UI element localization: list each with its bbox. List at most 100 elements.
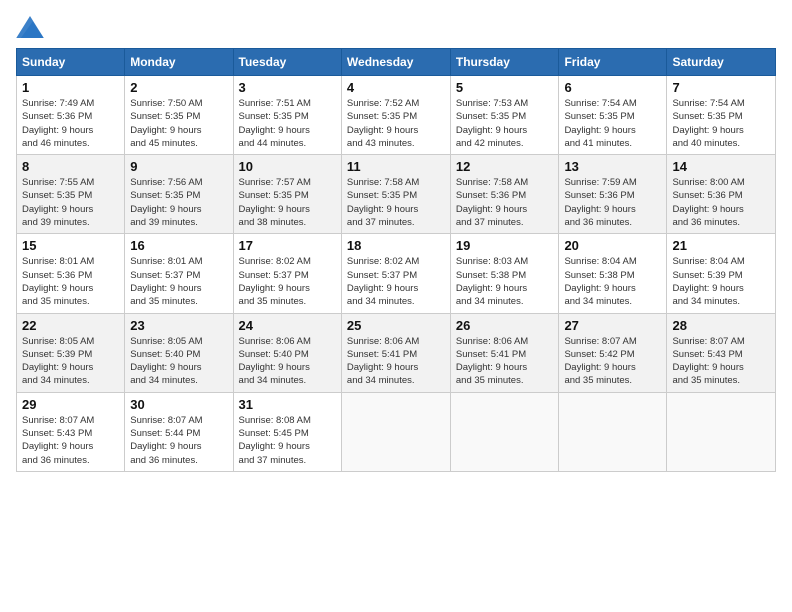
day-info: Sunrise: 7:54 AMSunset: 5:35 PMDaylight:… — [564, 98, 636, 149]
calendar-cell: 24 Sunrise: 8:06 AMSunset: 5:40 PMDaylig… — [233, 313, 341, 392]
day-info: Sunrise: 8:05 AMSunset: 5:40 PMDaylight:… — [130, 336, 202, 387]
day-number: 4 — [347, 80, 445, 95]
calendar-cell: 7 Sunrise: 7:54 AMSunset: 5:35 PMDayligh… — [667, 76, 776, 155]
calendar-cell-empty — [450, 392, 559, 471]
day-info: Sunrise: 7:50 AMSunset: 5:35 PMDaylight:… — [130, 98, 202, 149]
day-number: 28 — [672, 318, 770, 333]
day-info: Sunrise: 7:49 AMSunset: 5:36 PMDaylight:… — [22, 98, 94, 149]
calendar-cell: 22 Sunrise: 8:05 AMSunset: 5:39 PMDaylig… — [17, 313, 125, 392]
calendar-week-row: 29 Sunrise: 8:07 AMSunset: 5:43 PMDaylig… — [17, 392, 776, 471]
day-info: Sunrise: 8:07 AMSunset: 5:42 PMDaylight:… — [564, 336, 636, 387]
day-number: 31 — [239, 397, 336, 412]
day-number: 22 — [22, 318, 119, 333]
day-number: 20 — [564, 238, 661, 253]
day-info: Sunrise: 8:06 AMSunset: 5:40 PMDaylight:… — [239, 336, 311, 387]
day-info: Sunrise: 8:03 AMSunset: 5:38 PMDaylight:… — [456, 256, 528, 307]
calendar-cell: 29 Sunrise: 8:07 AMSunset: 5:43 PMDaylig… — [17, 392, 125, 471]
day-info: Sunrise: 7:56 AMSunset: 5:35 PMDaylight:… — [130, 177, 202, 228]
day-number: 13 — [564, 159, 661, 174]
calendar-cell: 31 Sunrise: 8:08 AMSunset: 5:45 PMDaylig… — [233, 392, 341, 471]
calendar-cell: 11 Sunrise: 7:58 AMSunset: 5:35 PMDaylig… — [341, 155, 450, 234]
day-info: Sunrise: 8:04 AMSunset: 5:39 PMDaylight:… — [672, 256, 744, 307]
calendar-cell: 20 Sunrise: 8:04 AMSunset: 5:38 PMDaylig… — [559, 234, 667, 313]
day-number: 9 — [130, 159, 227, 174]
day-info: Sunrise: 8:07 AMSunset: 5:43 PMDaylight:… — [672, 336, 744, 387]
calendar-header-thursday: Thursday — [450, 49, 559, 76]
calendar-cell: 27 Sunrise: 8:07 AMSunset: 5:42 PMDaylig… — [559, 313, 667, 392]
day-number: 3 — [239, 80, 336, 95]
calendar-cell-empty — [667, 392, 776, 471]
calendar-header-monday: Monday — [125, 49, 233, 76]
day-number: 12 — [456, 159, 554, 174]
day-number: 8 — [22, 159, 119, 174]
day-info: Sunrise: 8:07 AMSunset: 5:43 PMDaylight:… — [22, 415, 94, 466]
calendar-cell: 19 Sunrise: 8:03 AMSunset: 5:38 PMDaylig… — [450, 234, 559, 313]
calendar-cell: 30 Sunrise: 8:07 AMSunset: 5:44 PMDaylig… — [125, 392, 233, 471]
calendar-cell: 8 Sunrise: 7:55 AMSunset: 5:35 PMDayligh… — [17, 155, 125, 234]
calendar-cell: 3 Sunrise: 7:51 AMSunset: 5:35 PMDayligh… — [233, 76, 341, 155]
logo — [16, 16, 46, 38]
day-number: 23 — [130, 318, 227, 333]
calendar-week-row: 8 Sunrise: 7:55 AMSunset: 5:35 PMDayligh… — [17, 155, 776, 234]
day-info: Sunrise: 7:53 AMSunset: 5:35 PMDaylight:… — [456, 98, 528, 149]
calendar-cell: 16 Sunrise: 8:01 AMSunset: 5:37 PMDaylig… — [125, 234, 233, 313]
day-info: Sunrise: 7:58 AMSunset: 5:36 PMDaylight:… — [456, 177, 528, 228]
day-number: 24 — [239, 318, 336, 333]
calendar-header-friday: Friday — [559, 49, 667, 76]
day-number: 30 — [130, 397, 227, 412]
day-number: 1 — [22, 80, 119, 95]
calendar-week-row: 1 Sunrise: 7:49 AMSunset: 5:36 PMDayligh… — [17, 76, 776, 155]
calendar-header-sunday: Sunday — [17, 49, 125, 76]
calendar-cell: 5 Sunrise: 7:53 AMSunset: 5:35 PMDayligh… — [450, 76, 559, 155]
day-info: Sunrise: 7:59 AMSunset: 5:36 PMDaylight:… — [564, 177, 636, 228]
calendar-header-row: SundayMondayTuesdayWednesdayThursdayFrid… — [17, 49, 776, 76]
day-number: 10 — [239, 159, 336, 174]
calendar-week-row: 15 Sunrise: 8:01 AMSunset: 5:36 PMDaylig… — [17, 234, 776, 313]
calendar-cell: 13 Sunrise: 7:59 AMSunset: 5:36 PMDaylig… — [559, 155, 667, 234]
day-number: 17 — [239, 238, 336, 253]
day-number: 2 — [130, 80, 227, 95]
calendar-cell: 14 Sunrise: 8:00 AMSunset: 5:36 PMDaylig… — [667, 155, 776, 234]
day-number: 15 — [22, 238, 119, 253]
day-info: Sunrise: 8:01 AMSunset: 5:37 PMDaylight:… — [130, 256, 202, 307]
day-number: 26 — [456, 318, 554, 333]
calendar-cell: 9 Sunrise: 7:56 AMSunset: 5:35 PMDayligh… — [125, 155, 233, 234]
calendar-cell: 15 Sunrise: 8:01 AMSunset: 5:36 PMDaylig… — [17, 234, 125, 313]
logo-icon — [16, 16, 44, 38]
calendar-cell-empty — [559, 392, 667, 471]
page-header — [16, 16, 776, 38]
calendar-cell: 10 Sunrise: 7:57 AMSunset: 5:35 PMDaylig… — [233, 155, 341, 234]
day-number: 11 — [347, 159, 445, 174]
calendar-cell: 23 Sunrise: 8:05 AMSunset: 5:40 PMDaylig… — [125, 313, 233, 392]
day-number: 29 — [22, 397, 119, 412]
day-number: 6 — [564, 80, 661, 95]
calendar-cell: 17 Sunrise: 8:02 AMSunset: 5:37 PMDaylig… — [233, 234, 341, 313]
day-info: Sunrise: 8:01 AMSunset: 5:36 PMDaylight:… — [22, 256, 94, 307]
calendar-cell: 4 Sunrise: 7:52 AMSunset: 5:35 PMDayligh… — [341, 76, 450, 155]
day-info: Sunrise: 8:04 AMSunset: 5:38 PMDaylight:… — [564, 256, 636, 307]
calendar-header-saturday: Saturday — [667, 49, 776, 76]
calendar-cell: 18 Sunrise: 8:02 AMSunset: 5:37 PMDaylig… — [341, 234, 450, 313]
day-info: Sunrise: 8:02 AMSunset: 5:37 PMDaylight:… — [239, 256, 311, 307]
day-number: 19 — [456, 238, 554, 253]
day-info: Sunrise: 8:07 AMSunset: 5:44 PMDaylight:… — [130, 415, 202, 466]
calendar-cell: 1 Sunrise: 7:49 AMSunset: 5:36 PMDayligh… — [17, 76, 125, 155]
day-number: 5 — [456, 80, 554, 95]
calendar-header-tuesday: Tuesday — [233, 49, 341, 76]
calendar-cell: 12 Sunrise: 7:58 AMSunset: 5:36 PMDaylig… — [450, 155, 559, 234]
day-number: 18 — [347, 238, 445, 253]
day-info: Sunrise: 7:58 AMSunset: 5:35 PMDaylight:… — [347, 177, 419, 228]
day-number: 16 — [130, 238, 227, 253]
day-number: 25 — [347, 318, 445, 333]
day-info: Sunrise: 8:02 AMSunset: 5:37 PMDaylight:… — [347, 256, 419, 307]
day-info: Sunrise: 7:54 AMSunset: 5:35 PMDaylight:… — [672, 98, 744, 149]
day-info: Sunrise: 8:08 AMSunset: 5:45 PMDaylight:… — [239, 415, 311, 466]
day-number: 27 — [564, 318, 661, 333]
day-info: Sunrise: 7:57 AMSunset: 5:35 PMDaylight:… — [239, 177, 311, 228]
day-info: Sunrise: 7:55 AMSunset: 5:35 PMDaylight:… — [22, 177, 94, 228]
calendar-cell: 28 Sunrise: 8:07 AMSunset: 5:43 PMDaylig… — [667, 313, 776, 392]
day-info: Sunrise: 7:52 AMSunset: 5:35 PMDaylight:… — [347, 98, 419, 149]
calendar-week-row: 22 Sunrise: 8:05 AMSunset: 5:39 PMDaylig… — [17, 313, 776, 392]
calendar-body: 1 Sunrise: 7:49 AMSunset: 5:36 PMDayligh… — [17, 76, 776, 472]
calendar-table: SundayMondayTuesdayWednesdayThursdayFrid… — [16, 48, 776, 472]
